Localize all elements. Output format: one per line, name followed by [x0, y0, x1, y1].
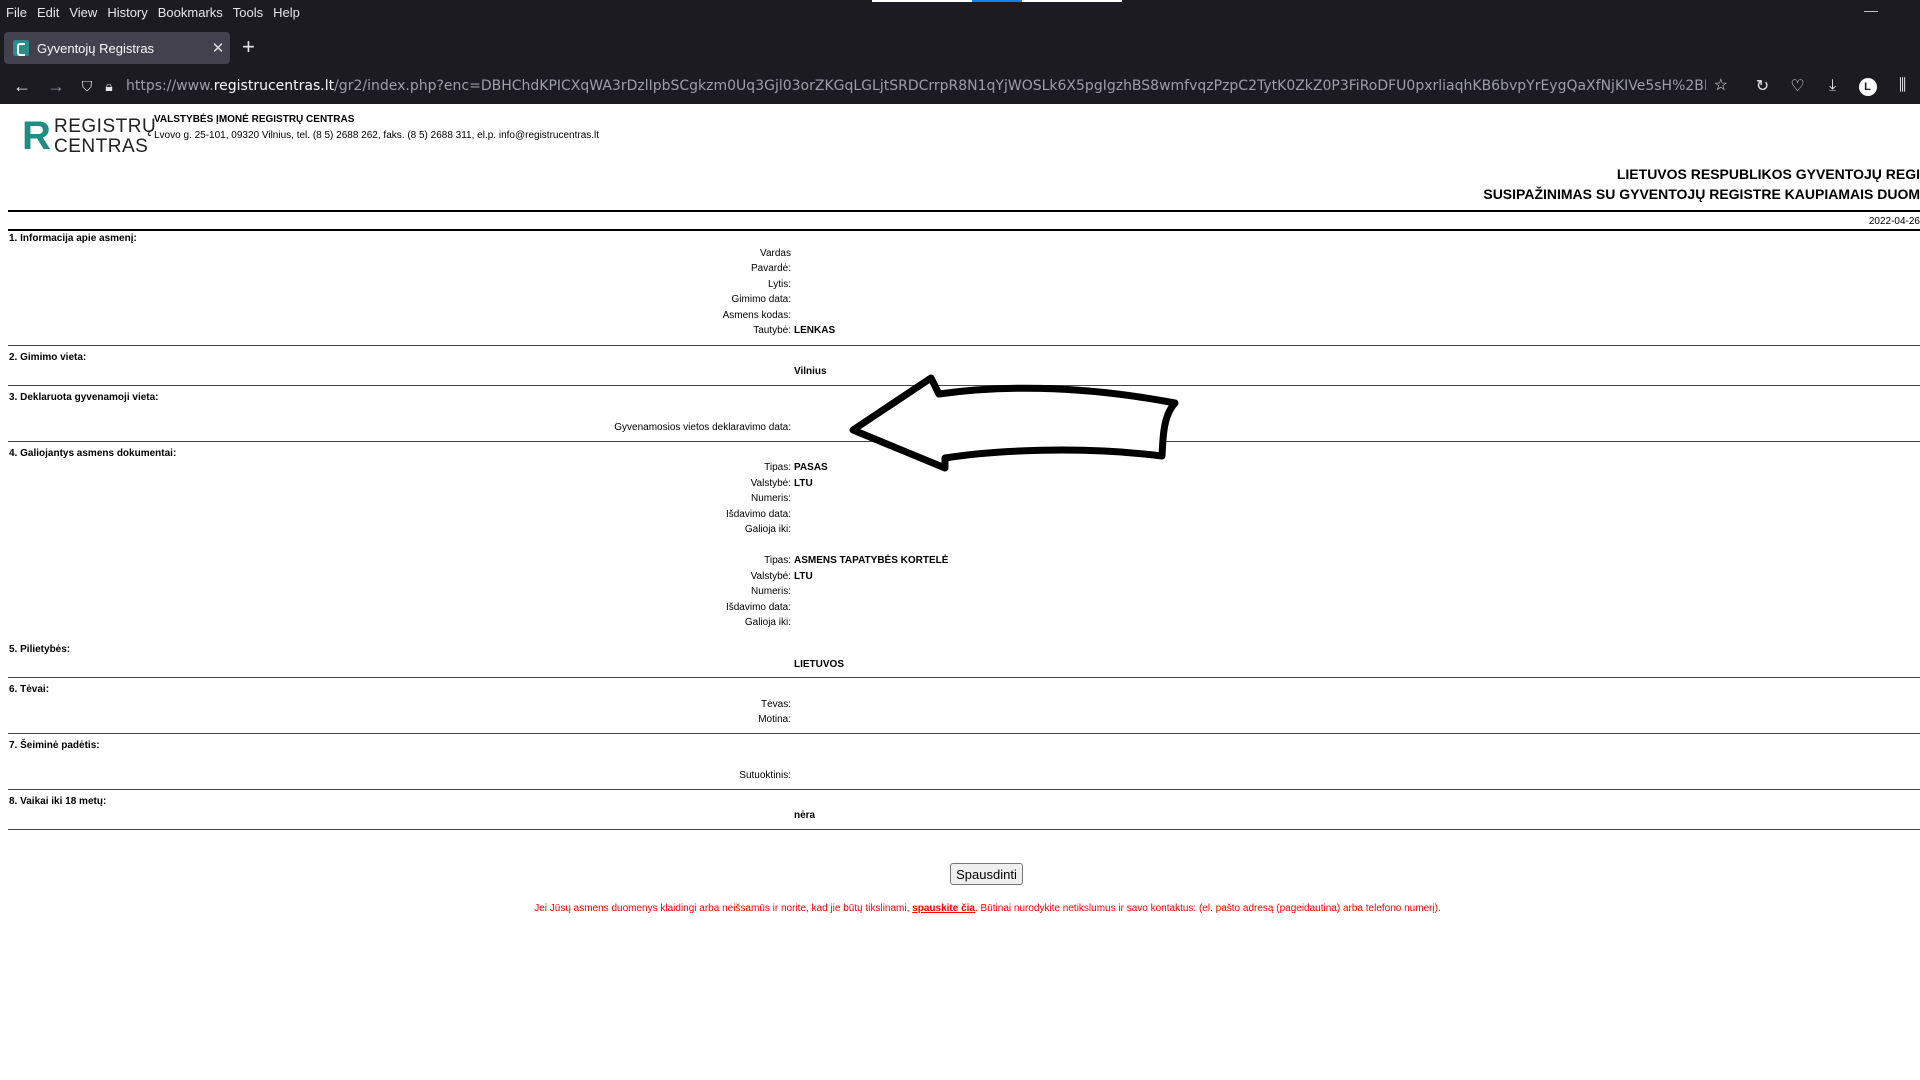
reload-icon[interactable]: ↻: [1745, 76, 1780, 96]
label-isdavimo-data: Išdavimo data:: [725, 602, 791, 613]
print-button[interactable]: Spausdinti: [950, 863, 1023, 885]
label-numeris: Numeris:: [750, 493, 791, 504]
label-motina: Motina:: [758, 714, 791, 725]
forward-arrow-icon[interactable]: →: [39, 76, 73, 97]
logo-line2: CENTRAS: [54, 136, 149, 157]
page-content: R REGISTRŲ CENTRAS VALSTYBĖS ĮMONĖ REGIS…: [0, 104, 1920, 1080]
library-icon[interactable]: ⫼: [1885, 77, 1920, 95]
label-tevas: Tėvas:: [760, 699, 791, 710]
menu-bookmarks[interactable]: Bookmarks: [153, 5, 228, 20]
label-deklaravimo-data: Gyvenamosios vietos deklaravimo data:: [614, 422, 791, 433]
org-name: VALSTYBĖS ĮMONĖ REGISTRŲ CENTRAS: [154, 114, 355, 125]
section-divider: [8, 829, 1920, 830]
url-text[interactable]: https://www.registrucentras.lt/gr2/index…: [126, 78, 1706, 94]
close-icon[interactable]: ✕: [206, 39, 230, 57]
menu-help[interactable]: Help: [268, 5, 305, 20]
notice-text-after: . Būtinai nurodykite netikslumus ir savo…: [974, 903, 1441, 914]
document-date: 2022-04-26: [1868, 216, 1920, 227]
section-5-title: 5. Pilietybės:: [9, 644, 71, 655]
value-valstybe: LTU: [794, 571, 813, 582]
document-subtitle: SUSIPAŽINIMAS SU GYVENTOJŲ REGISTRE KAUP…: [1483, 186, 1920, 202]
value-valstybe: LTU: [794, 478, 813, 489]
section-6-title: 6. Tėvai:: [9, 684, 50, 695]
tab-gyventoju-registras[interactable]: Gyventojų Registras ✕: [4, 32, 230, 64]
section-4-title: 4. Galiojantys asmens dokumentai:: [9, 448, 177, 459]
label-galioja-iki: Galioja iki:: [744, 524, 791, 535]
tab-title: Gyventojų Registras: [37, 40, 155, 56]
label-lytis: Lytis:: [768, 279, 791, 290]
account-initial: L: [1858, 77, 1877, 96]
section-divider: [8, 345, 1920, 346]
notice-text-before: Jei Jūsų asmens duomenys klaidingi arba …: [534, 903, 913, 914]
label-sutuoktinis: Sutuoktinis:: [739, 770, 791, 781]
label-asmens-kodas: Asmens kodas:: [722, 310, 791, 321]
label-valstybe: Valstybė:: [750, 571, 791, 582]
label-pavarde: Pavardė:: [750, 263, 791, 274]
label-numeris: Numeris:: [750, 586, 791, 597]
url-prefix: https://www.: [126, 78, 214, 94]
menu-file[interactable]: File: [0, 5, 32, 20]
shield-icon[interactable]: ⛉: [76, 78, 98, 95]
section-2-title: 2. Gimimo vieta:: [9, 352, 87, 363]
correction-link[interactable]: spauskite čia: [912, 903, 975, 914]
value-tipas: ASMENS TAPATYBĖS KORTELĖ: [794, 555, 949, 566]
site-favicon-icon: [13, 40, 29, 56]
back-arrow-icon[interactable]: ←: [5, 76, 39, 97]
section-1-title: 1. Informacija apie asmenį:: [9, 233, 137, 244]
label-tipas: Tipas:: [764, 462, 791, 473]
url-path: /gr2/index.php?enc=DBHChdKPICXqWA3rDzlIp…: [334, 78, 1706, 94]
section-7-title: 7. Šeiminė padėtis:: [9, 740, 100, 751]
value-tipas: PASAS: [794, 462, 828, 473]
label-vardas: Vardas: [760, 248, 791, 259]
registru-centras-logo: R REGISTRŲ CENTRAS: [22, 114, 156, 158]
section-divider: [8, 789, 1920, 790]
section-3-title: 3. Deklaruota gyvenamoji vieta:: [9, 392, 159, 403]
logo-line1: REGISTRŲ: [54, 116, 157, 137]
menu-bar: File Edit View History Bookmarks Tools H…: [0, 0, 1920, 24]
menu-history[interactable]: History: [102, 5, 152, 20]
document-title: LIETUVOS RESPUBLIKOS GYVENTOJŲ REGI: [1616, 166, 1920, 182]
lock-icon[interactable]: 🔒︎: [98, 78, 120, 95]
divider: [8, 229, 1920, 231]
menu-edit[interactable]: Edit: [32, 5, 64, 20]
label-valstybe: Valstybė:: [750, 478, 791, 489]
value-tautybe: LENKAS: [794, 325, 836, 336]
divider: [8, 210, 1920, 212]
url-bar[interactable]: ⛉ 🔒︎ https://www.registrucentras.lt/gr2/…: [76, 72, 1736, 100]
label-tipas: Tipas:: [764, 555, 791, 566]
label-gimimo-data: Gimimo data:: [731, 294, 791, 305]
bookmark-star-icon[interactable]: ☆: [1714, 75, 1728, 95]
correction-notice: Jei Jūsų asmens duomenys klaidingi arba …: [0, 903, 1920, 914]
pocket-icon[interactable]: ♡: [1780, 76, 1815, 96]
label-galioja-iki: Galioja iki:: [744, 617, 791, 628]
section-divider: [8, 677, 1920, 678]
label-isdavimo-data: Išdavimo data:: [725, 509, 791, 520]
section-8-title: 8. Vaikai iki 18 metų:: [9, 796, 107, 807]
annotation-arrow-icon: [849, 374, 1179, 472]
logo-r-mark-icon: R: [22, 114, 51, 158]
value-gimimo-vieta: Vilnius: [794, 366, 827, 377]
new-tab-icon[interactable]: +: [242, 34, 255, 60]
section-divider: [8, 733, 1920, 734]
toolbar-icons: ↻ ♡ ⤓ L ⫼: [1745, 72, 1920, 100]
minimize-icon[interactable]: —: [1864, 2, 1878, 18]
value-pilietybe: LIETUVOS: [794, 659, 845, 670]
browser-chrome: File Edit View History Bookmarks Tools H…: [0, 0, 1920, 104]
value-vaikai: nėra: [794, 810, 816, 821]
label-tautybe: Tautybė:: [753, 325, 791, 336]
menu-tools[interactable]: Tools: [228, 5, 268, 20]
tab-strip: Gyventojų Registras ✕ +: [0, 28, 1920, 68]
nav-bar: ← → ⛉ 🔒︎ https://www.registrucentras.lt/…: [0, 68, 1920, 104]
url-host: registrucentras.lt: [213, 78, 335, 94]
menu-view[interactable]: View: [64, 5, 102, 20]
account-icon[interactable]: L: [1850, 77, 1885, 96]
org-address: Lvovo g. 25-101, 09320 Vilnius, tel. (8 …: [154, 130, 600, 141]
download-icon[interactable]: ⤓: [1815, 77, 1850, 95]
